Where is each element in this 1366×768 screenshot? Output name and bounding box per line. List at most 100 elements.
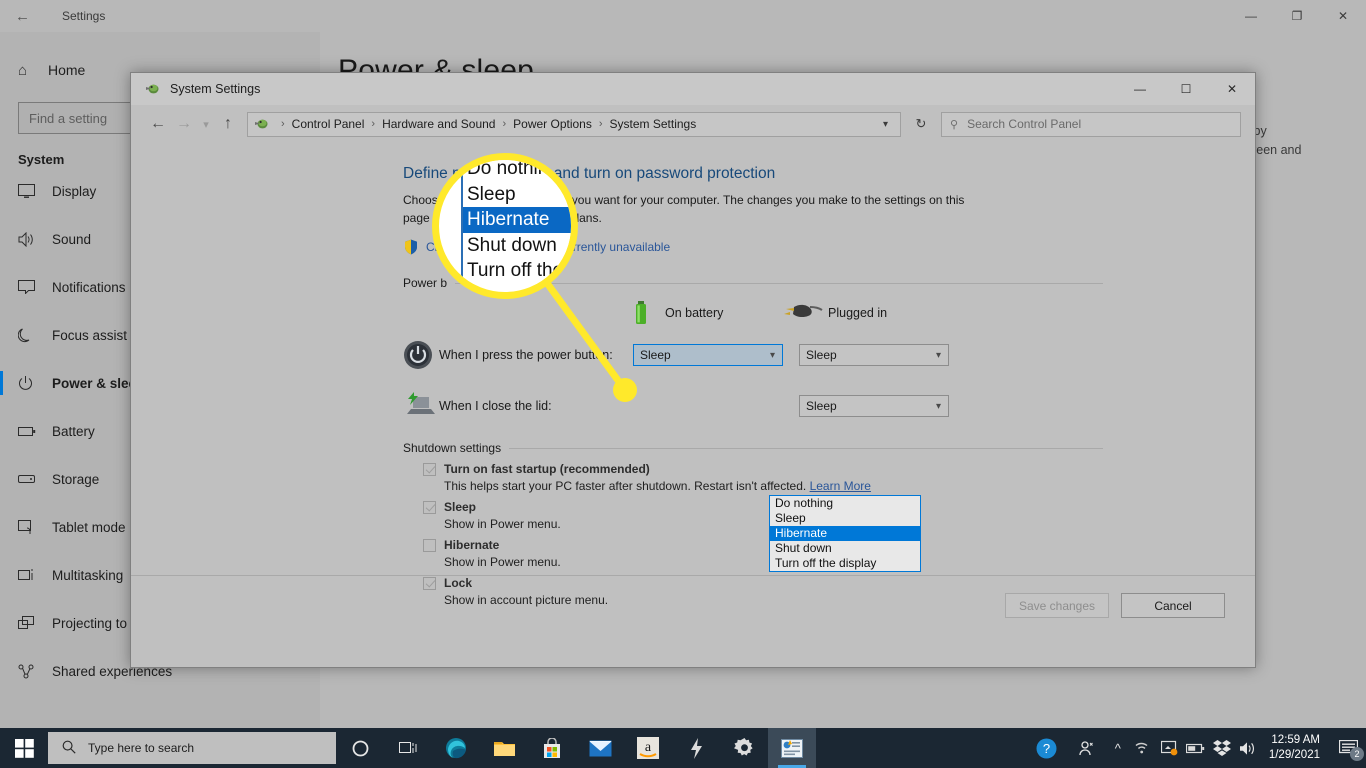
clock-time: 12:59 AM (1271, 734, 1320, 746)
sidebar-item-label: Focus assist (52, 327, 128, 343)
moon-icon (18, 328, 52, 343)
notification-badge: 2 (1350, 747, 1364, 761)
dropdown-option-hibernate[interactable]: Hibernate (770, 526, 920, 541)
cortana-icon[interactable] (336, 728, 384, 768)
magnified-option-hibernate: Hibernate (463, 207, 571, 233)
windows-logo-icon[interactable] (0, 728, 48, 768)
dialog-body: Define power buttons and turn on passwor… (131, 143, 1255, 635)
share-icon (18, 664, 52, 679)
dropdown-option-turn-off-the-display[interactable]: Turn off the display (770, 556, 920, 571)
divider (509, 447, 1103, 449)
dialog-maximize-button[interactable]: ☐ (1163, 73, 1209, 104)
back-icon[interactable]: ← (145, 111, 171, 137)
section-label: Shutdown settings (403, 441, 502, 455)
dropbox-icon[interactable] (1209, 728, 1235, 768)
magnified-option-shut-down: Shut down (467, 234, 557, 256)
close-lid-plugged-combobox[interactable]: Sleep ▾ (799, 395, 949, 417)
up-icon[interactable]: ↑ (215, 111, 241, 137)
system-tray: ? ^ 12:59 AM 1/29/2021 2 (1027, 728, 1366, 768)
edge-icon[interactable] (432, 728, 480, 768)
fast-startup-checkbox[interactable] (423, 462, 436, 476)
plug-icon (780, 300, 828, 326)
chevron-down-icon[interactable]: ▾ (877, 119, 894, 130)
power-button-label: When I press the power button: (439, 348, 613, 362)
maximize-button[interactable]: ❐ (1274, 0, 1320, 32)
dialog-close-button[interactable]: ✕ (1209, 73, 1255, 104)
combobox-value: Sleep (806, 399, 837, 413)
battery-icon[interactable] (1183, 728, 1209, 768)
file-explorer-icon[interactable] (480, 728, 528, 768)
mail-icon[interactable] (576, 728, 624, 768)
refresh-icon[interactable]: ↻ (909, 112, 933, 136)
breadcrumb-item-control-panel[interactable]: Control Panel (292, 117, 365, 131)
taskbar-search-input[interactable]: Type here to search (48, 732, 336, 764)
hibernate-checkbox[interactable] (423, 538, 436, 552)
checkbox-label: Turn on fast startup (recommended) (444, 462, 650, 476)
breadcrumb-item-hardware-and-sound[interactable]: Hardware and Sound (382, 117, 495, 131)
search-placeholder: Search Control Panel (967, 117, 1082, 131)
dialog-title: System Settings (170, 82, 261, 96)
combobox-value: Sleep (806, 348, 837, 362)
task-view-icon[interactable] (384, 728, 432, 768)
breadcrumb-item-power-options[interactable]: Power Options (513, 117, 592, 131)
recent-locations-chevron-down-icon[interactable]: ▾ (197, 111, 215, 137)
onedrive-icon[interactable] (1157, 728, 1183, 768)
dialog-footer: Save changes Cancel (131, 575, 1255, 635)
dialog-titlebar: System Settings — ☐ ✕ (131, 73, 1255, 105)
column-on-battery: On battery (633, 300, 798, 326)
wifi-icon[interactable] (1131, 728, 1157, 768)
help-icon[interactable]: ? (1027, 728, 1067, 768)
volume-icon[interactable] (1235, 728, 1261, 768)
dropdown-option-do-nothing[interactable]: Do nothing (770, 496, 920, 511)
sidebar-item-label: Projecting to (52, 615, 128, 631)
checkbox-label: Hibernate (444, 538, 500, 552)
battery-icon (18, 426, 52, 437)
dropdown-option-sleep[interactable]: Sleep (770, 511, 920, 526)
control-panel-icon[interactable] (768, 728, 816, 768)
power-button-plugged-combobox[interactable]: Sleep ▾ (799, 344, 949, 366)
speaker-icon (18, 231, 52, 247)
breadcrumb-separator: › (371, 118, 376, 130)
laptop-lid-icon (403, 391, 439, 421)
settings-icon[interactable] (720, 728, 768, 768)
svg-text:a: a (645, 740, 652, 755)
breadcrumb-separator: › (598, 118, 603, 130)
amazon-icon[interactable]: a (624, 728, 672, 768)
arrow-left-icon[interactable]: ← (0, 0, 45, 32)
taskbar: Type here to search a ? ^ 12:59 AM 1/29/… (0, 728, 1366, 768)
cancel-button[interactable]: Cancel (1121, 593, 1225, 618)
chat-icon (18, 280, 52, 294)
power-button-icon (403, 340, 439, 370)
hibernate-description: Show in Power menu. (444, 555, 561, 569)
control-panel-search-input[interactable]: ⚲ Search Control Panel (941, 111, 1241, 137)
sleep-checkbox[interactable] (423, 500, 436, 514)
shazam-icon[interactable] (672, 728, 720, 768)
sidebar-item-label: Sound (52, 231, 92, 247)
people-icon[interactable] (1067, 728, 1105, 768)
multitask-icon (18, 568, 52, 583)
breadcrumb-item-system-settings[interactable]: System Settings (610, 117, 697, 131)
microsoft-store-icon[interactable] (528, 728, 576, 768)
dialog-minimize-button[interactable]: — (1117, 73, 1163, 104)
magnified-option-sleep: Sleep (467, 183, 516, 205)
power-button-dropdown-list[interactable]: Do nothing Sleep Hibernate Shut down Tur… (769, 495, 921, 572)
breadcrumb[interactable]: › Control Panel › Hardware and Sound › P… (247, 111, 901, 137)
show-hidden-icons-icon[interactable]: ^ (1105, 728, 1131, 768)
chevron-down-icon: ▾ (935, 400, 941, 412)
save-changes-button[interactable]: Save changes (1005, 593, 1109, 618)
minimize-button[interactable]: — (1228, 0, 1274, 32)
action-center-icon[interactable]: 2 (1330, 728, 1366, 768)
combobox-value: Sleep (640, 348, 671, 362)
clock[interactable]: 12:59 AM 1/29/2021 (1261, 733, 1330, 763)
dropdown-option-shut-down[interactable]: Shut down (770, 541, 920, 556)
fast-startup-row[interactable]: Turn on fast startup (recommended) (403, 462, 1103, 476)
magnified-option-do-nothing: Do nothing (467, 158, 559, 179)
learn-more-link[interactable]: Learn More (810, 479, 871, 493)
system-settings-dialog: System Settings — ☐ ✕ ← → ▾ ↑ › Control … (130, 72, 1256, 668)
column-label: Plugged in (828, 306, 888, 320)
close-button[interactable]: ✕ (1320, 0, 1366, 32)
power-button-battery-combobox[interactable]: Sleep ▾ (633, 344, 783, 366)
hibernate-row[interactable]: Hibernate (403, 538, 1103, 552)
power-source-columns: On battery Plugged in (403, 300, 1103, 326)
sleep-row[interactable]: Sleep (403, 500, 1103, 514)
